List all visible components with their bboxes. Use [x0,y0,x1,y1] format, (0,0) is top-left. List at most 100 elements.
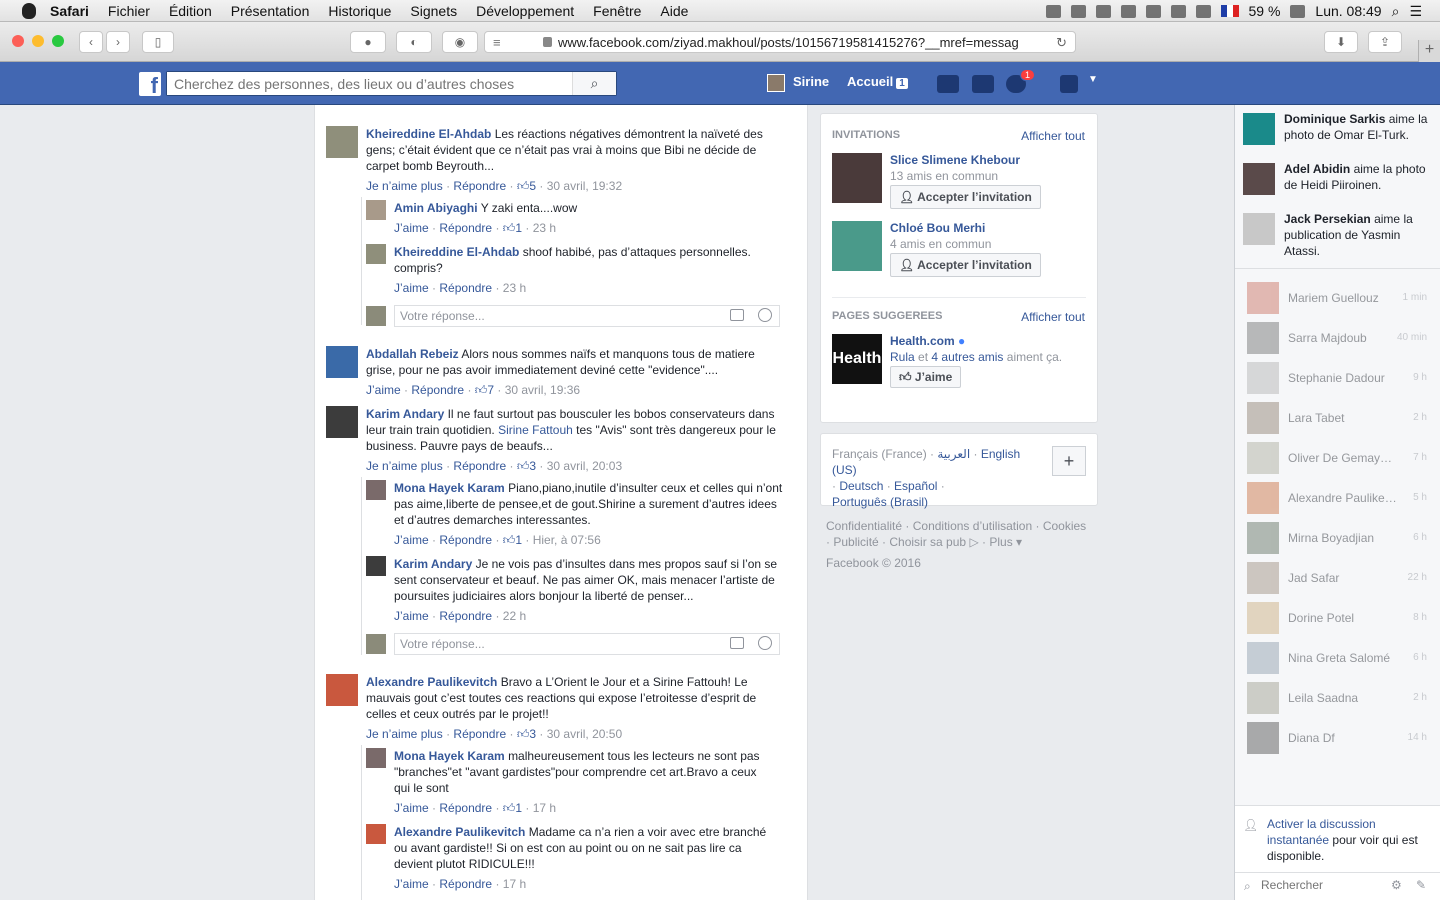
reader-icon[interactable]: ≡ [493,35,501,50]
camera-icon[interactable] [730,637,744,649]
notification-center-icon[interactable]: ☰ [1409,3,1422,20]
reply-link[interactable]: Répondre [439,221,492,235]
chat-contact[interactable]: Mariem Guellouz 1 min [1247,282,1437,314]
commenter-name[interactable]: Alexandre Paulikevitch [394,825,525,839]
menu-edition[interactable]: Édition [169,3,212,19]
chat-contact[interactable]: Sarra Majdoub 40 min [1247,322,1437,354]
comment-time[interactable]: Hier, à 07:56 [533,533,601,547]
menu-fichier[interactable]: Fichier [108,3,150,19]
chat-contact[interactable]: Alexandre Paulikevi... 5 h [1247,482,1437,514]
menu-fenetre[interactable]: Fenêtre [593,3,641,19]
keyboard-flag-icon[interactable] [1220,5,1239,17]
reply-link[interactable]: Répondre [439,609,492,623]
reply-link[interactable]: Répondre [453,459,506,473]
chat-contact[interactable]: Leila Saadna 2 h [1247,682,1437,714]
commenter-name[interactable]: Mona Hayek Karam [394,749,505,763]
like-link[interactable]: J’aime [394,609,429,623]
commenter-name[interactable]: Alexandre Paulikevitch [366,675,497,689]
page-name[interactable]: Health.com ● [890,334,965,348]
commenter-name[interactable]: Kheireddine El-Ahdab [394,245,519,259]
commenter-avatar[interactable] [366,200,386,220]
commenter-avatar[interactable] [366,556,386,576]
wifi-icon[interactable] [1195,4,1211,18]
like-count[interactable]: 👍︎1 [503,221,522,235]
comment-time[interactable]: 30 avril, 20:03 [547,459,622,473]
commenter-name[interactable]: Abdallah Rebeiz [366,347,459,361]
like-link[interactable]: J’aime [394,533,429,547]
account-menu-chevron-down-icon[interactable]: ▼ [1088,74,1098,85]
invitation-photo[interactable] [832,153,882,203]
comment-time[interactable]: 30 avril, 20:50 [547,727,622,741]
like-count[interactable]: 👍︎3 [517,459,536,473]
like-link[interactable]: J’aime [394,801,429,815]
reply-link[interactable]: Répondre [439,281,492,295]
comment-time[interactable]: 17 h [503,877,526,891]
chat-contact[interactable]: Jad Safar 22 h [1247,562,1437,594]
profile-link[interactable]: Sirine [793,74,829,89]
share-button[interactable]: ⇪ [1368,31,1402,53]
ad-choices-link[interactable]: Choisir sa pub [889,535,966,549]
dropbox-icon[interactable] [1045,4,1061,18]
menu-presentation[interactable]: Présentation [231,3,310,19]
commenter-avatar[interactable] [326,406,358,438]
invitation-photo[interactable] [832,221,882,271]
extension-pin-icon[interactable]: ● [350,31,386,53]
commenter-avatar[interactable] [326,126,358,158]
chat-contact[interactable]: Lara Tabet 2 h [1247,402,1437,434]
ticker-item[interactable]: Adel Abidin aime la photo de Heidi Piiro… [1243,161,1438,205]
new-message-icon[interactable]: ✎ [1416,878,1426,892]
downloads-button[interactable]: ⬇ [1324,31,1358,53]
menu-signets[interactable]: Signets [410,3,457,19]
mutual-friends[interactable]: 13 amis en commun [890,169,998,183]
unlike-link[interactable]: Je n’aime plus [366,459,443,473]
reply-link[interactable]: Répondre [439,877,492,891]
comment-time[interactable]: 22 h [503,609,526,623]
like-count[interactable]: 👍︎3 [517,727,536,741]
clock[interactable]: Lun. 08:49 [1315,3,1381,19]
zoom-window-button[interactable] [52,35,64,47]
language-link[interactable]: Português (Brasil) [832,495,928,509]
spotlight-icon[interactable]: ⌕ [1392,3,1400,20]
privacy-link[interactable]: Confidentialité [826,519,902,533]
accept-invitation-button[interactable]: 👤︎ Accepter l’invitation [890,253,1041,277]
commenter-avatar[interactable] [366,480,386,500]
language-link[interactable]: Español [894,479,937,493]
comment-time[interactable]: 30 avril, 19:32 [547,179,622,193]
more-link[interactable]: Plus [989,535,1012,549]
invitation-name[interactable]: Chloé Bou Merhi [890,221,985,235]
apple-menu-icon[interactable] [22,2,36,19]
unlike-link[interactable]: Je n’aime plus [366,727,443,741]
commenter-avatar[interactable] [326,346,358,378]
commenter-avatar[interactable] [366,244,386,264]
unlike-link[interactable]: Je n’aime plus [366,179,443,193]
gear-icon[interactable]: ⚙ [1391,878,1402,892]
reply-link[interactable]: Répondre [439,801,492,815]
address-bar[interactable]: ≡ www.facebook.com/ziyad.makhoul/posts/1… [484,31,1076,53]
search-input[interactable] [167,72,577,95]
comment-time[interactable]: 23 h [533,221,556,235]
adblock-icon[interactable]: ◉ [442,31,478,53]
commenter-name[interactable]: Karim Andary [366,407,444,421]
mention-link[interactable]: Sirine Fattouh [498,423,573,437]
like-page-button[interactable]: 👍︎ J’aime [890,366,962,388]
like-link[interactable]: J’aime [394,281,429,295]
menu-safari[interactable]: Safari [50,3,89,19]
reply-link[interactable]: Répondre [411,383,464,397]
comment-time[interactable]: 17 h [533,801,556,815]
privacy-shortcuts-icon[interactable] [1060,75,1078,93]
reply-input[interactable]: Votre réponse... [394,305,780,327]
search-icon[interactable]: ⌕ [572,72,616,95]
menu-aide[interactable]: Aide [660,3,688,19]
comment-time[interactable]: 23 h [503,281,526,295]
reply-link[interactable]: Répondre [453,179,506,193]
commenter-avatar[interactable] [366,748,386,768]
like-count[interactable]: 👍︎1 [503,801,522,815]
new-tab-button[interactable]: + [1418,40,1440,62]
profile-avatar[interactable] [767,74,785,92]
paw-icon[interactable] [1070,4,1086,18]
cookies-link[interactable]: Cookies [1043,519,1086,533]
add-language-button[interactable]: + [1052,446,1086,476]
emoji-icon[interactable] [758,308,772,322]
facebook-logo-icon[interactable]: f [139,72,161,98]
sidebar-toggle-button[interactable]: ▯ [142,31,174,53]
